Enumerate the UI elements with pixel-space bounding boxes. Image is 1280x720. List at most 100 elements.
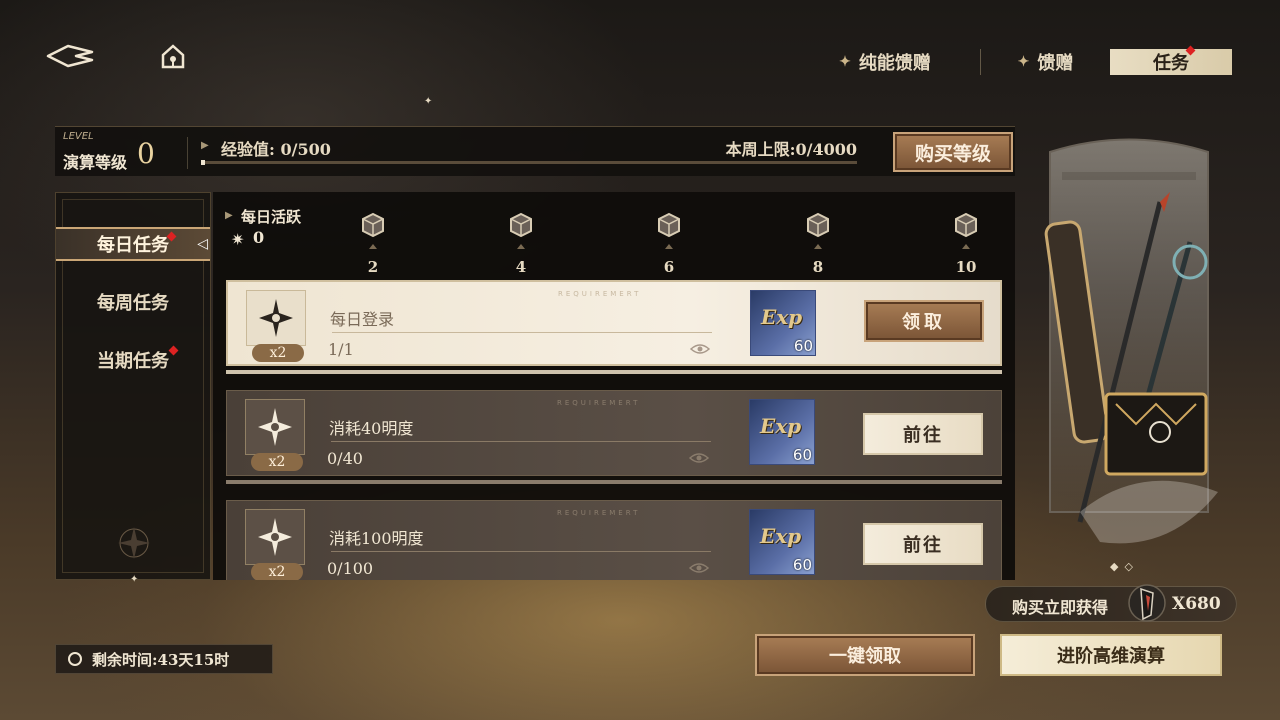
sparkle-icon: ✦ — [130, 574, 139, 585]
milestone-label: 6 — [663, 258, 675, 276]
task-multiplier: x2 — [251, 453, 303, 471]
reward-quantity: 60 — [793, 337, 813, 355]
sidebar-item-daily[interactable]: 每日任务 ◁ — [56, 227, 210, 261]
triangle-arrow-icon: ▶ — [201, 140, 209, 151]
activity-chest[interactable]: 2 — [353, 198, 393, 276]
task-multiplier: x2 — [252, 344, 304, 362]
tab-pure-energy-gift[interactable]: ✦ 纯能馈赠 — [790, 49, 980, 75]
requirement-caption: REQUIREMERT — [558, 290, 642, 298]
task-card: x2 REQUIREMERT 消耗100明度 0/100 Exp 60 前往 — [226, 500, 1002, 580]
page-indicator: ◆◇ — [1110, 560, 1139, 573]
back-button[interactable] — [46, 42, 96, 70]
milestone-pointer — [369, 244, 377, 249]
task-progress-track — [331, 551, 711, 552]
task-progress: 1/1 — [328, 340, 354, 359]
eye-icon[interactable] — [689, 561, 709, 575]
goto-button[interactable]: 前往 — [863, 413, 983, 455]
cube-chest-icon — [955, 212, 977, 238]
star-icon: ✦ — [839, 54, 851, 70]
tab-tasks[interactable]: 任务 — [1110, 45, 1232, 75]
task-category-sidebar: 每日任务 ◁ 每周任务 当期任务 — [55, 192, 211, 580]
purchase-bonus-label: 购买立即获得 — [1012, 598, 1109, 617]
cube-chest-icon — [362, 212, 384, 238]
chevron-left-icon: ◁ — [197, 236, 208, 252]
activity-chest[interactable]: 4 — [501, 198, 541, 276]
milestone-pointer — [517, 244, 525, 249]
task-emblem — [246, 290, 306, 346]
milestone-label: 2 — [367, 258, 379, 276]
claim-all-button[interactable]: 一键领取 — [755, 634, 975, 676]
milestone-label: 10 — [955, 258, 977, 276]
sidebar-item-weekly[interactable]: 每周任务 — [56, 285, 210, 319]
level-bar: LEVEL 演算等级 0 ▶ 经验值: 0/500 本周上限:0/4000 购买… — [55, 126, 1015, 176]
milestone-pointer — [665, 244, 673, 249]
sidebar-item-label: 每周任务 — [97, 293, 169, 314]
claim-button[interactable]: 领取 — [864, 300, 984, 342]
weekly-limit: 本周上限:0/4000 — [725, 140, 857, 159]
milestone-pointer — [814, 244, 822, 249]
task-card: x2 REQUIREMERT 每日登录 1/1 Exp 60 领取 — [226, 280, 1002, 366]
triangle-arrow-icon: ▶ — [225, 210, 233, 221]
sidebar-item-season[interactable]: 当期任务 — [56, 343, 210, 377]
task-name: 消耗100明度 — [329, 529, 424, 548]
reward-preview-art[interactable] — [1040, 132, 1218, 572]
remaining-time: 剩余时间:43天15时 — [55, 644, 273, 674]
buy-level-button[interactable]: 购买等级 — [893, 132, 1013, 172]
exp-reward-icon: Exp — [760, 524, 802, 548]
star-emblem-icon — [258, 408, 292, 446]
tab-label: 任务 — [1153, 53, 1189, 74]
task-progress: 0/40 — [327, 449, 363, 468]
task-divider — [226, 370, 1002, 374]
task-emblem — [245, 399, 305, 455]
remaining-time-label: 剩余时间:43天15时 — [92, 650, 230, 669]
level-value: 0 — [137, 137, 155, 170]
divider — [187, 137, 188, 169]
purchase-bonus-banner: 购买立即获得 X680 — [985, 584, 1237, 622]
crystal-currency-icon — [1128, 584, 1166, 622]
cube-chest-icon — [807, 212, 829, 238]
sparkle-icon: ✦ — [424, 96, 433, 107]
compass-emblem-icon — [118, 527, 150, 559]
star-emblem-icon — [259, 299, 293, 337]
eye-icon[interactable] — [690, 342, 710, 356]
reward-quantity: 60 — [792, 446, 812, 464]
activity-chest[interactable]: 8 — [798, 198, 838, 276]
tab-label: 馈赠 — [1037, 53, 1074, 74]
goto-button[interactable]: 前往 — [863, 523, 983, 565]
star-emblem-icon — [258, 518, 292, 556]
star-icon: ✦ — [1017, 54, 1030, 70]
requirement-caption: REQUIREMERT — [557, 509, 641, 517]
tab-label: 纯能馈赠 — [858, 53, 931, 74]
task-name: 每日登录 — [330, 310, 395, 329]
level-label: 演算等级 — [63, 153, 128, 172]
clock-icon — [68, 652, 82, 666]
tab-gift[interactable]: ✦ 馈赠 — [980, 49, 1110, 75]
home-button[interactable] — [158, 42, 188, 72]
cube-chest-icon — [658, 212, 680, 238]
task-divider — [226, 480, 1002, 484]
exp-reward-item[interactable]: Exp 60 — [749, 509, 815, 575]
requirement-caption: REQUIREMERT — [557, 399, 641, 407]
exp-label: 经验值: 0/500 — [221, 140, 331, 159]
exp-reward-item[interactable]: Exp 60 — [749, 399, 815, 465]
task-name: 消耗40明度 — [329, 419, 414, 438]
notification-badge — [168, 345, 179, 356]
cube-chest-icon — [510, 212, 532, 238]
task-progress: 0/100 — [327, 559, 374, 578]
task-list-panel: ▶ 每日活跃 ✷ 0 2 4 6 8 10 x2 REQUIREMERT 每日登… — [213, 192, 1015, 580]
task-progress-track — [331, 441, 711, 442]
daily-activity-title: 每日活跃 — [241, 208, 302, 226]
sparkle-icon: ✷ — [231, 230, 245, 249]
reward-quantity: 60 — [792, 556, 812, 574]
advance-upgrade-button[interactable]: 进阶高维演算 — [1000, 634, 1222, 676]
exp-progress-bar — [201, 160, 857, 165]
task-multiplier: x2 — [251, 563, 303, 580]
exp-progress-fill — [201, 160, 205, 165]
task-progress-track — [332, 332, 712, 333]
activity-chest[interactable]: 10 — [946, 198, 986, 276]
eye-icon[interactable] — [689, 451, 709, 465]
exp-reward-item[interactable]: Exp 60 — [750, 290, 816, 356]
daily-activity-value: 0 — [253, 228, 265, 247]
activity-chest[interactable]: 6 — [649, 198, 689, 276]
sidebar-item-label: 每日任务 — [97, 235, 169, 256]
